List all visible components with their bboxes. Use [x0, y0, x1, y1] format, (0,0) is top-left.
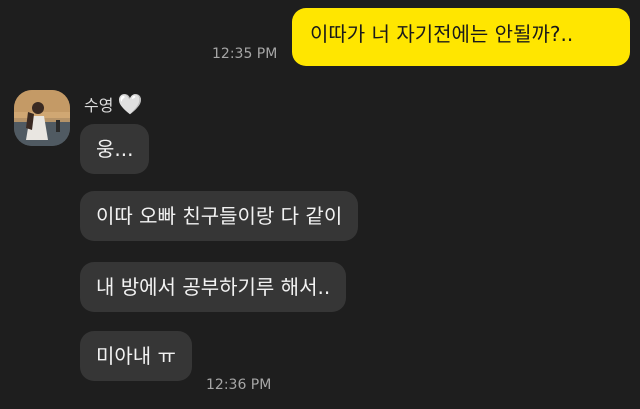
white-heart-icon: 🤍	[117, 92, 143, 116]
contact-name: 수영 🤍	[84, 92, 142, 116]
outgoing-message-text: 이따가 너 자기전에는 안될까?..	[310, 22, 574, 46]
incoming-message-bubble[interactable]: 이따 오빠 친구들이랑 다 같이	[80, 191, 359, 241]
incoming-message-bubble[interactable]: 내 방에서 공부하기루 해서..	[80, 262, 347, 312]
outgoing-message-timestamp: 12:35 PM	[212, 46, 278, 62]
contact-name-text: 수영	[84, 96, 114, 115]
incoming-message-text: 내 방에서 공부하기루 해서..	[96, 275, 331, 299]
profile-photo-icon	[14, 90, 70, 146]
incoming-message-text: 미아내 ㅠ	[96, 344, 176, 368]
outgoing-message-bubble[interactable]: 이따가 너 자기전에는 안될까?..	[292, 8, 630, 66]
incoming-message-bubble[interactable]: 웅...	[80, 124, 150, 174]
incoming-message-timestamp: 12:36 PM	[206, 377, 272, 393]
contact-avatar[interactable]	[14, 90, 70, 146]
incoming-message-text: 이따 오빠 친구들이랑 다 같이	[96, 204, 343, 228]
incoming-message-text: 웅...	[96, 137, 134, 161]
incoming-message-bubble[interactable]: 미아내 ㅠ	[80, 331, 192, 381]
